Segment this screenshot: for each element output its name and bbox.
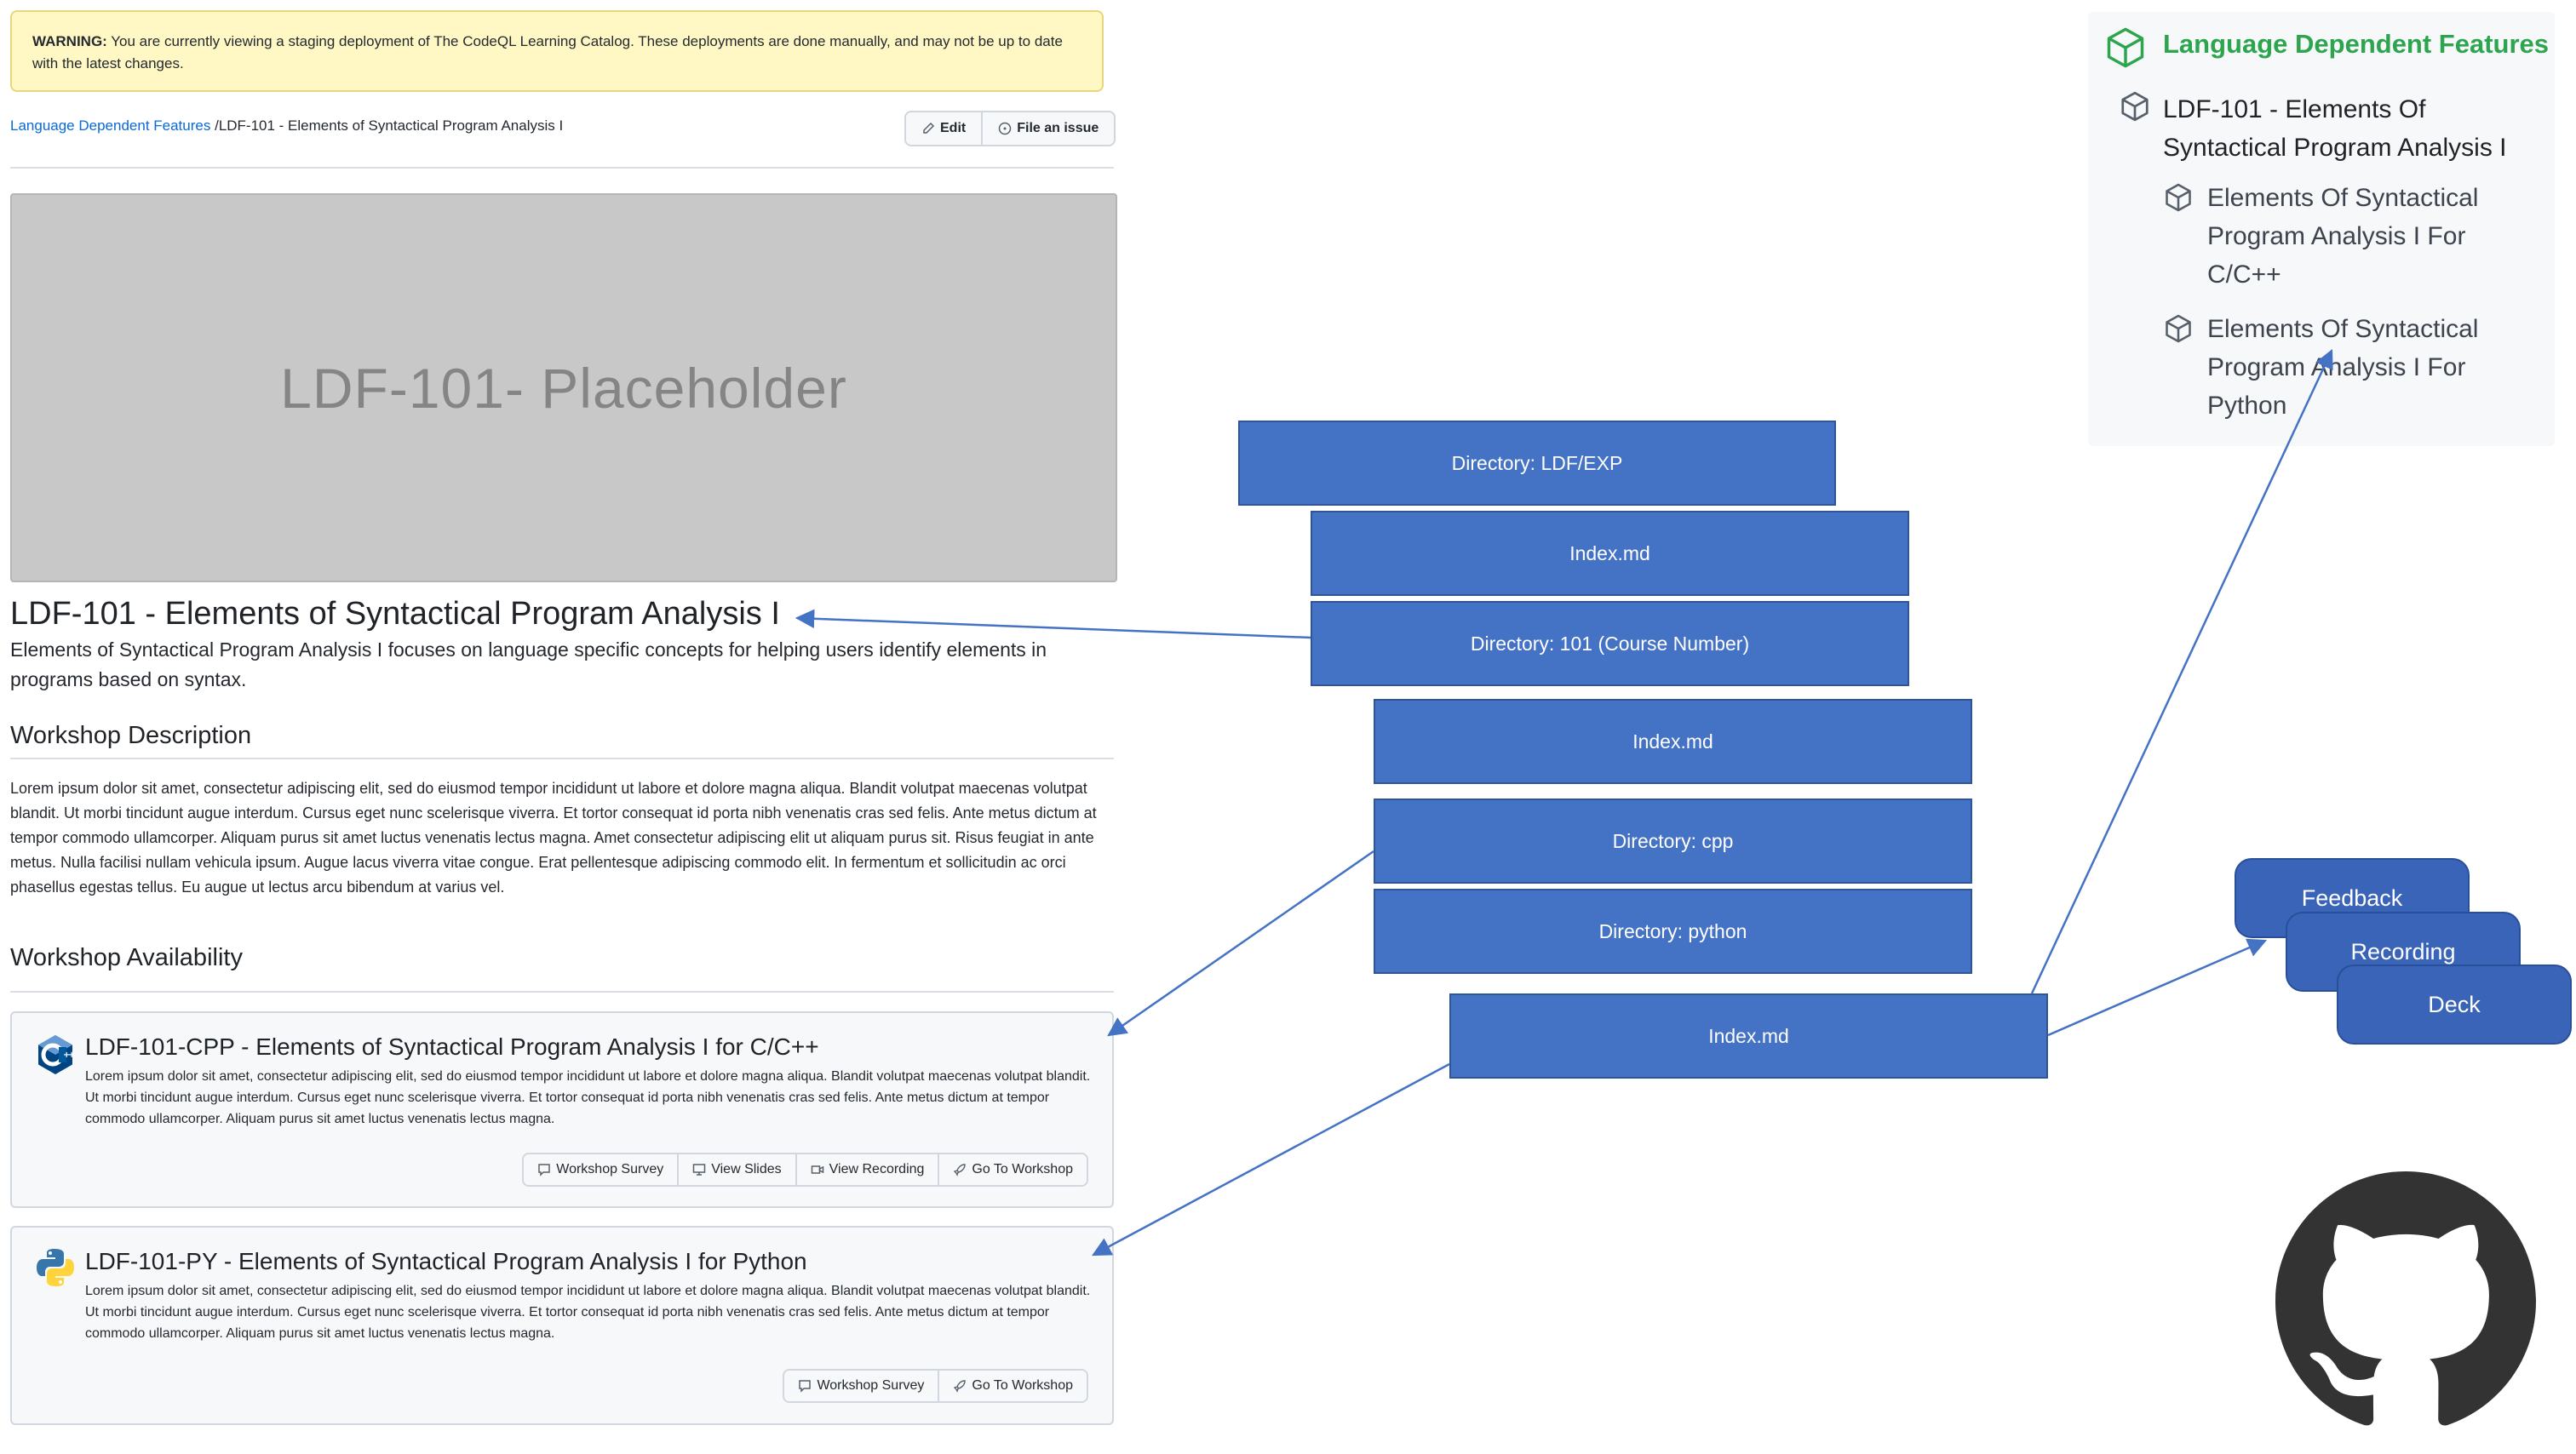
arrow-index-to-nav — [2030, 348, 2333, 994]
arrow-index-to-tabs — [2047, 938, 2268, 1037]
arrow-cpp-to-card — [1107, 850, 1374, 1037]
connector-arrows — [795, 348, 2333, 1257]
arrow-course-to-title — [795, 609, 1311, 639]
arrow-index-to-python-card — [1092, 1062, 1450, 1257]
